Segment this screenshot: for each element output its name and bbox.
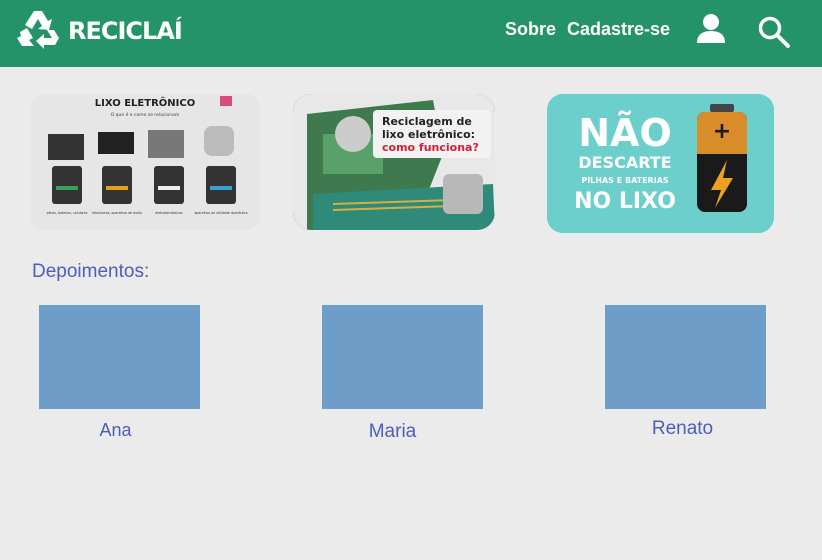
testimonial-name-maria: Maria: [368, 421, 417, 442]
logo[interactable]: RECICLAÍ: [14, 8, 183, 54]
user-icon: [697, 14, 725, 43]
testimonials-title: Depoimentos:: [32, 261, 150, 282]
testimonial-name-renato: Renato: [651, 418, 714, 439]
banner-lixo-eletronico-art: LIXO ELETRÔNICO O que é e como se relaci…: [30, 94, 260, 230]
banner3-line4: NO LIXO: [574, 189, 676, 214]
bin-label-3: eletrodomésticos: [155, 211, 183, 215]
user-button[interactable]: [695, 12, 727, 49]
banner3-line2: DESCARTE: [578, 153, 671, 172]
banner2-line2: lixo eletrônico:: [382, 128, 475, 141]
banner2-line1: Reciclagem de: [382, 115, 472, 128]
banner-reciclagem[interactable]: Reciclagem de lixo eletrônico: como func…: [293, 94, 495, 230]
bin-label-2: televisores, aparelhos de áudio: [92, 211, 142, 215]
header-bar: RECICLAÍ Sobre Cadastre-se: [0, 0, 822, 67]
banner-nao-descarte-art: NÃO DESCARTE PILHAS E BATERIAS NO LIXO +: [547, 94, 774, 233]
banner3-line1: NÃO: [578, 111, 672, 155]
search-button[interactable]: [757, 15, 791, 54]
banner3-line3: PILHAS E BATERIAS: [581, 176, 669, 185]
search-icon: [758, 16, 790, 48]
testimonial-photo-ana: [39, 305, 200, 409]
banner-lixo-eletronico[interactable]: LIXO ELETRÔNICO O que é e como se relaci…: [30, 94, 260, 230]
recycle-icon: [17, 11, 59, 49]
svg-text:+: +: [713, 119, 731, 144]
banner1-subtitle: O que é e como se relacionam: [111, 111, 180, 118]
banner2-line3: como funciona?: [382, 141, 479, 154]
testimonial-photo-maria: [322, 305, 483, 409]
banner-reciclagem-art: Reciclagem de lixo eletrônico: como func…: [293, 94, 495, 230]
bin-label-1: pilhas, baterias, celulares: [47, 211, 88, 215]
testimonial-photo-renato: [605, 305, 766, 409]
nav-cadastre-se[interactable]: Cadastre-se: [567, 19, 670, 40]
logo-text: RECICLAÍ: [68, 17, 183, 45]
testimonial-name-ana: Ana: [99, 420, 132, 440]
banner1-title: LIXO ELETRÔNICO: [95, 96, 195, 109]
battery-icon: +: [697, 104, 747, 212]
banner-nao-descarte[interactable]: NÃO DESCARTE PILHAS E BATERIAS NO LIXO +: [547, 94, 774, 233]
bin-label-4: aparelhos de utilidade doméstica: [194, 211, 247, 215]
nav-sobre[interactable]: Sobre: [505, 19, 556, 40]
